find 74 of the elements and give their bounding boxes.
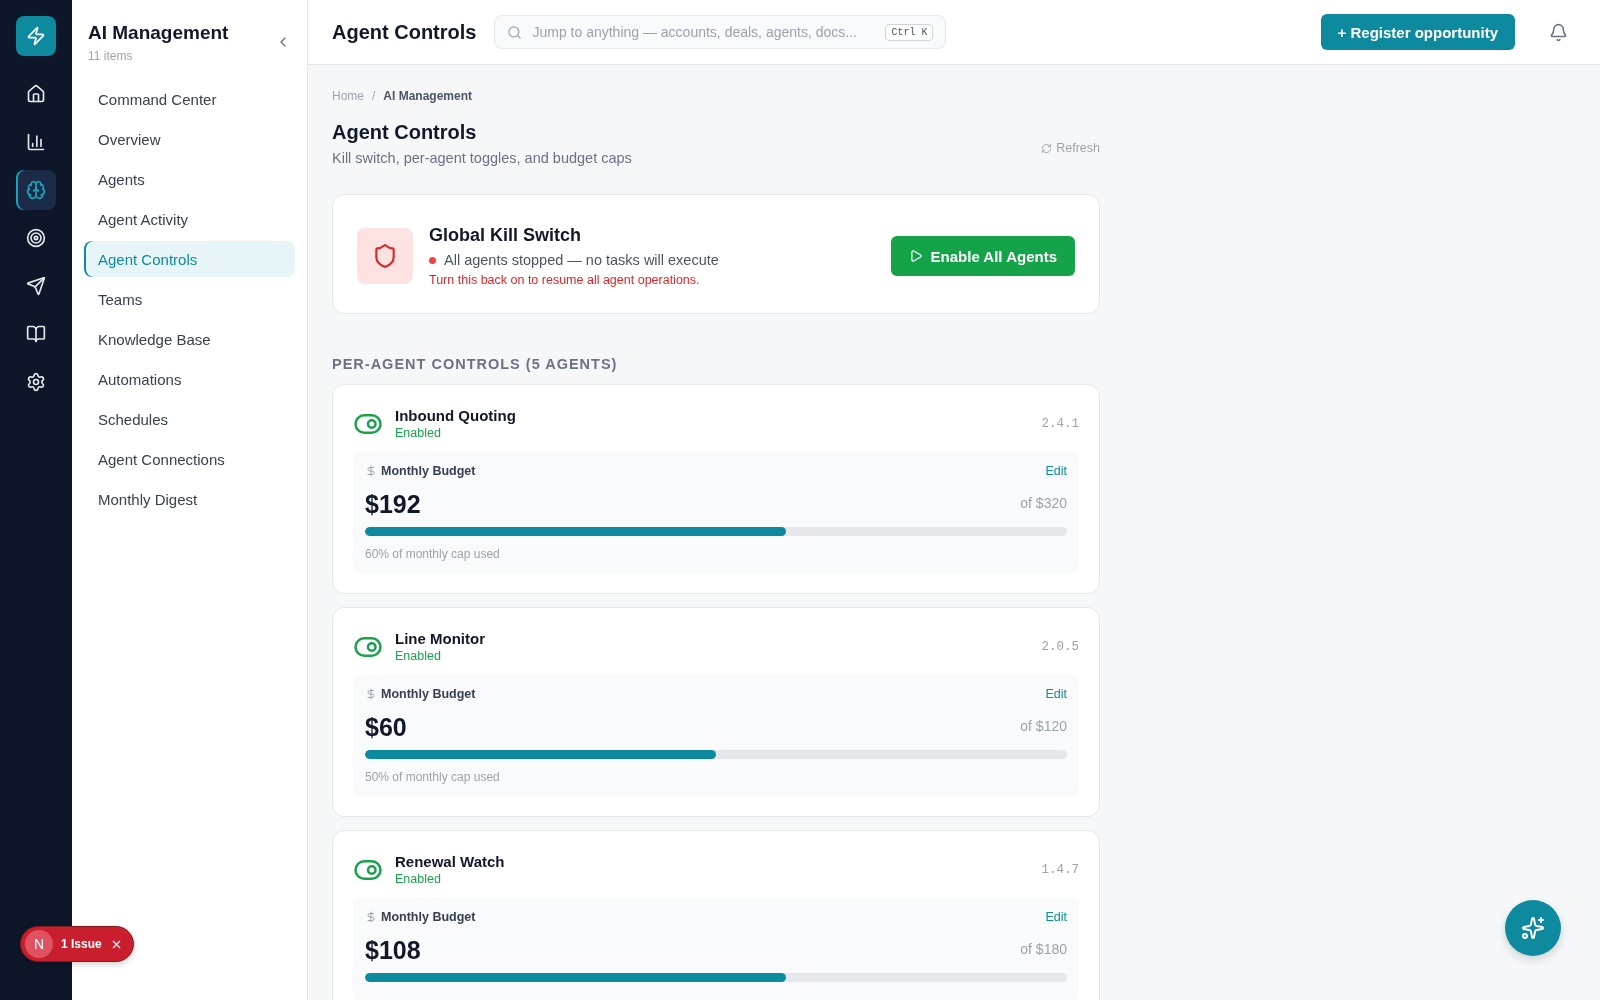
home-icon — [26, 84, 46, 104]
dollar-icon — [365, 465, 377, 477]
budget-note: 50% of monthly cap used — [365, 770, 501, 784]
budget-cap: of $180 — [1020, 940, 1067, 957]
budget-spent: $192 — [365, 490, 421, 519]
agent-name: Line Monitor — [395, 630, 485, 647]
budget-cap: of $120 — [1020, 717, 1067, 734]
kill-switch-hint: Turn this back on to resume all agent operations. — [429, 273, 701, 287]
agent-name: Renewal Watch — [395, 853, 505, 870]
sparkles-icon — [1521, 916, 1545, 940]
edit-link[interactable]: Edit — [1045, 910, 1067, 924]
shortcut-hint: Ctrl K — [885, 23, 934, 41]
sidebar-item[interactable]: Monthly Digest — [84, 481, 295, 517]
page-subtitle: Kill switch, per-agent toggles, and budget caps — [332, 150, 632, 166]
target-icon — [26, 228, 46, 248]
sidebar-item[interactable]: Overview — [84, 121, 295, 157]
sidebar-item[interactable]: Agent Activity — [84, 201, 295, 237]
assistant-button[interactable] — [1505, 900, 1561, 956]
sidebar-item[interactable]: Knowledge Base — [84, 321, 295, 357]
sidebar-item[interactable]: Agent Controls — [84, 241, 295, 277]
status-dot-icon — [429, 256, 436, 264]
refresh-icon — [1041, 142, 1053, 154]
dollar-icon — [365, 688, 377, 700]
lightning-icon — [26, 26, 46, 46]
budget-label: Monthly Budget — [381, 910, 476, 924]
budget-spent: $60 — [365, 713, 407, 742]
kill-switch-title: Global Kill Switch — [429, 225, 582, 246]
book-icon — [26, 324, 46, 344]
avatar: N — [25, 930, 53, 958]
sidebar-item[interactable]: Agent Connections — [84, 441, 295, 477]
sidebar-item[interactable]: Teams — [84, 281, 295, 317]
budget-note: 60% of monthly cap used — [365, 547, 501, 561]
item-count: 11 items — [88, 49, 134, 63]
agent-name: Inbound Quoting — [395, 407, 516, 424]
sidebar-item[interactable]: Schedules — [84, 401, 295, 437]
search-bar[interactable]: Jump to anything — accounts, deals, agents, docs... Ctrl K — [494, 15, 947, 49]
chart-icon — [26, 132, 46, 152]
breadcrumb-link[interactable]: AI Management — [383, 89, 473, 103]
breadcrumb-separator: / — [372, 89, 376, 103]
register-opportunity-button[interactable]: + Register opportunity — [1320, 14, 1515, 50]
dollar-icon — [365, 911, 377, 923]
budget-cap: of $320 — [1020, 494, 1067, 511]
edit-link[interactable]: Edit — [1045, 464, 1067, 478]
settings-icon — [26, 372, 46, 392]
notifications-button[interactable] — [1549, 22, 1568, 42]
agent-status: Enabled — [395, 426, 442, 440]
brain-nav-button[interactable] — [16, 170, 56, 210]
edit-link[interactable]: Edit — [1045, 687, 1067, 701]
header-title: Agent Controls — [332, 20, 477, 44]
brain-icon — [26, 180, 46, 200]
agent-status: Enabled — [395, 649, 442, 663]
budget-label: Monthly Budget — [381, 464, 476, 478]
search-icon — [507, 24, 523, 40]
issue-badge[interactable]: N 1 Issue — [20, 926, 134, 962]
search-field[interactable]: Jump to anything — accounts, deals, agents, docs... — [530, 23, 878, 41]
send-icon — [26, 276, 46, 296]
page-title: Agent Controls — [332, 121, 478, 144]
budget-label: Monthly Budget — [381, 687, 476, 701]
agent-status: Enabled — [395, 872, 442, 886]
section-title: PER-AGENT CONTROLS (5 AGENTS) — [332, 356, 619, 372]
sidebar-title: AI Management — [88, 22, 229, 44]
sidebar-item[interactable]: Automations — [84, 361, 295, 397]
app-logo[interactable] — [16, 16, 56, 56]
sidebar-item[interactable]: Command Center — [84, 81, 295, 117]
kill-switch-status: All agents stopped — no tasks will execute — [444, 252, 719, 268]
shield-icon — [357, 228, 413, 284]
agent-version: 2.0.5 — [1041, 639, 1079, 654]
agent-version: 1.4.7 — [1041, 862, 1079, 877]
issue-label: 1 Issue — [61, 937, 102, 951]
budget-spent: $108 — [365, 936, 421, 965]
bell-icon — [1549, 22, 1568, 42]
agent-version: 2.4.1 — [1041, 416, 1079, 431]
play-icon — [908, 249, 923, 263]
sidebar-item[interactable]: Agents — [84, 161, 295, 197]
